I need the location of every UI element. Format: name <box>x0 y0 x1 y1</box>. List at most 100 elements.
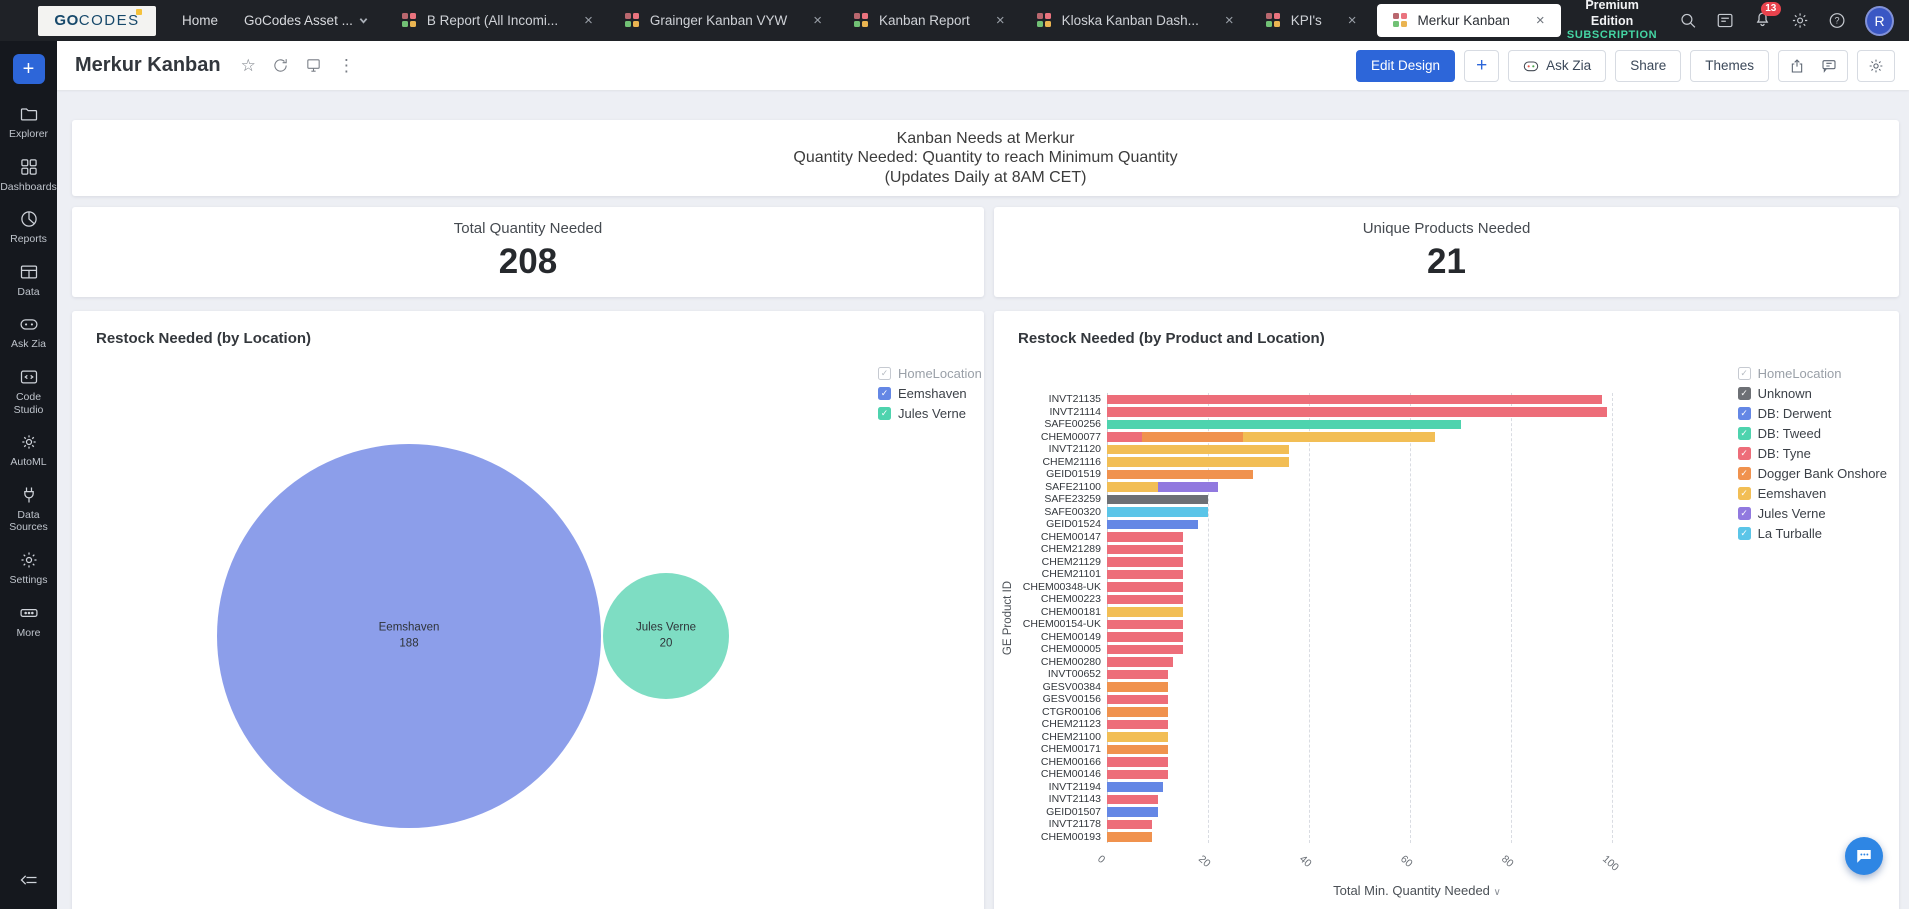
tab-close-icon[interactable]: × <box>813 13 822 28</box>
bar[interactable] <box>1107 582 1183 592</box>
legend-checkbox[interactable]: ✓ <box>1738 447 1751 460</box>
bar[interactable] <box>1107 432 1435 442</box>
bar[interactable] <box>1107 470 1253 480</box>
bar-segment-eemshaven[interactable] <box>1107 732 1168 742</box>
bar-segment-dogger-bank-onshore[interactable] <box>1107 470 1253 480</box>
bar[interactable] <box>1107 545 1183 555</box>
dashboard-tab[interactable]: Kanban Report× <box>838 0 1021 41</box>
slideshow-icon[interactable] <box>305 57 322 74</box>
bar[interactable] <box>1107 720 1168 730</box>
bar[interactable] <box>1107 495 1208 505</box>
legend-checkbox[interactable]: ✓ <box>1738 487 1751 500</box>
refresh-icon[interactable] <box>272 57 289 74</box>
legend-checkbox[interactable]: ✓ <box>1738 427 1751 440</box>
gear-icon[interactable] <box>1868 58 1884 74</box>
bar-segment-db-derwent[interactable] <box>1107 520 1198 530</box>
legend-checkbox[interactable]: ✓ <box>1738 467 1751 480</box>
legend-checkbox[interactable]: ✓ <box>1738 387 1751 400</box>
bar[interactable] <box>1107 745 1168 755</box>
bar[interactable] <box>1107 670 1168 680</box>
bar-segment-db-derwent[interactable] <box>1107 807 1158 817</box>
bar-segment-db-tyne[interactable] <box>1107 595 1183 605</box>
bar[interactable] <box>1107 707 1168 717</box>
tab-close-icon[interactable]: × <box>1348 13 1357 28</box>
bar[interactable] <box>1107 420 1461 430</box>
bar[interactable] <box>1107 632 1183 642</box>
sidebar-item-ask-zia[interactable]: Ask Zia <box>0 314 57 351</box>
bar-segment-eemshaven[interactable] <box>1243 432 1435 442</box>
bar[interactable] <box>1107 557 1183 567</box>
tab-close-icon[interactable]: × <box>1225 13 1234 28</box>
favorite-star-icon[interactable]: ☆ <box>241 56 256 76</box>
bar-segment-db-tyne[interactable] <box>1107 432 1142 442</box>
legend-checkbox[interactable]: ✓ <box>1738 367 1751 380</box>
bar[interactable] <box>1107 395 1602 405</box>
bar-segment-db-tyne[interactable] <box>1107 645 1183 655</box>
bar[interactable] <box>1107 770 1168 780</box>
add-view-button[interactable]: + <box>1464 50 1499 82</box>
bar[interactable] <box>1107 595 1183 605</box>
legend-item[interactable]: ✓DB: Tyne <box>1738 446 1887 461</box>
dashboard-tab[interactable]: B Report (All Incomi...× <box>386 0 609 41</box>
bar-segment-db-tyne[interactable] <box>1107 570 1183 580</box>
more-options-icon[interactable]: ⋮ <box>338 56 355 76</box>
tab-close-icon[interactable]: × <box>584 13 593 28</box>
bar-segment-db-tyne[interactable] <box>1107 670 1168 680</box>
gocodes-logo[interactable]: GOCODES <box>38 6 156 36</box>
sidebar-item-automl[interactable]: AutoML <box>0 432 57 469</box>
bar-segment-eemshaven[interactable] <box>1107 457 1289 467</box>
legend-checkbox[interactable]: ✓ <box>1738 407 1751 420</box>
bar-segment-db-tyne[interactable] <box>1107 532 1183 542</box>
bar-segment-db-tyne[interactable] <box>1107 582 1183 592</box>
bar-segment-dogger-bank-onshore[interactable] <box>1107 745 1168 755</box>
bar-segment-db-tyne[interactable] <box>1107 657 1173 667</box>
bar[interactable] <box>1107 757 1168 767</box>
bar[interactable] <box>1107 570 1183 580</box>
create-new-button[interactable]: + <box>13 54 45 84</box>
sidebar-item-data-sources[interactable]: Data Sources <box>0 485 57 534</box>
bar[interactable] <box>1107 682 1168 692</box>
sidebar-item-dashboards[interactable]: Dashboards <box>0 157 57 194</box>
bar[interactable] <box>1107 807 1158 817</box>
legend-checkbox[interactable]: ✓ <box>878 387 891 400</box>
ask-zia-button[interactable]: Ask Zia <box>1508 50 1606 82</box>
bar[interactable] <box>1107 657 1173 667</box>
bar-segment-db-tyne[interactable] <box>1107 770 1168 780</box>
bubble-jules-verne[interactable] <box>603 573 729 699</box>
bar-segment-jules-verne[interactable] <box>1158 482 1219 492</box>
notifications-button[interactable]: 13 <box>1753 9 1772 33</box>
bar-segment-unknown[interactable] <box>1107 495 1208 505</box>
legend-item[interactable]: ✓HomeLocation <box>878 366 982 381</box>
sidebar-item-reports[interactable]: Reports <box>0 209 57 246</box>
bar-segment-db-tyne[interactable] <box>1107 720 1168 730</box>
sidebar-item-more[interactable]: More <box>0 603 57 640</box>
dashboard-tab-active[interactable]: Merkur Kanban× <box>1377 4 1561 37</box>
legend-item[interactable]: ✓Dogger Bank Onshore <box>1738 466 1887 481</box>
tab-close-icon[interactable]: × <box>996 13 1005 28</box>
legend-item[interactable]: ✓Jules Verne <box>1738 506 1887 521</box>
nav-home[interactable]: Home <box>182 13 218 28</box>
comments-icon[interactable] <box>1821 58 1837 74</box>
bar-segment-eemshaven[interactable] <box>1107 607 1183 617</box>
bar-segment-db-tyne[interactable] <box>1107 820 1152 830</box>
legend-item[interactable]: ✓DB: Tweed <box>1738 426 1887 441</box>
bar-segment-db-tyne[interactable] <box>1107 395 1602 405</box>
legend-checkbox[interactable]: ✓ <box>1738 527 1751 540</box>
subscription-label[interactable]: SUBSCRIPTION <box>1565 29 1660 43</box>
bar[interactable] <box>1107 820 1152 830</box>
bar[interactable] <box>1107 482 1218 492</box>
bar[interactable] <box>1107 620 1183 630</box>
legend-item[interactable]: ✓DB: Derwent <box>1738 406 1887 421</box>
bar[interactable] <box>1107 607 1183 617</box>
sidebar-item-settings[interactable]: Settings <box>0 550 57 587</box>
bar[interactable] <box>1107 507 1208 517</box>
legend-item[interactable]: ✓La Turballe <box>1738 526 1887 541</box>
x-axis-title[interactable]: Total Min. Quantity Needed ∨ <box>1107 883 1727 898</box>
nav-asset-menu[interactable]: GoCodes Asset ... <box>244 13 368 28</box>
bar-segment-eemshaven[interactable] <box>1107 482 1158 492</box>
bar-segment-db-tyne[interactable] <box>1107 757 1168 767</box>
bar[interactable] <box>1107 732 1168 742</box>
bar-segment-db-tyne[interactable] <box>1107 695 1168 705</box>
tab-close-icon[interactable]: × <box>1536 13 1545 28</box>
bar-segment-db-tyne[interactable] <box>1107 795 1158 805</box>
